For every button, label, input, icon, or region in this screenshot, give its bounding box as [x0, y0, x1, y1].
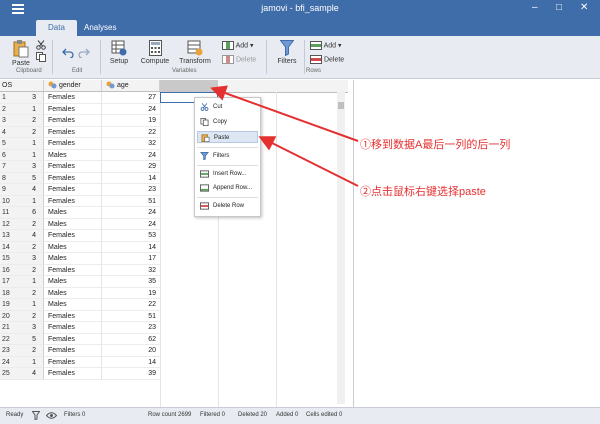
cell-code[interactable]: 6	[2, 207, 40, 219]
cell-code[interactable]: 1	[2, 299, 40, 311]
cell-code[interactable]: 2	[2, 127, 40, 139]
cell-code[interactable]: 2	[2, 115, 40, 127]
status-filtered: Filtered 0	[200, 412, 226, 418]
status-ready: Ready	[6, 412, 24, 418]
annotation-step1: ①移到数据A最后一列的后一列	[360, 139, 511, 151]
cell-code[interactable]: 4	[2, 368, 40, 380]
cell-code[interactable]: 1	[2, 150, 40, 162]
arrow-to-empty-column	[210, 85, 359, 142]
cell-code[interactable]: 2	[2, 311, 40, 323]
cell-code[interactable]: 2	[2, 219, 40, 231]
cell-code[interactable]: 1	[2, 357, 40, 369]
cell-code[interactable]: 1	[2, 138, 40, 150]
cell-code[interactable]: 2	[2, 242, 40, 254]
cell-code[interactable]: 3	[2, 161, 40, 173]
cell-code[interactable]: 1	[2, 276, 40, 288]
status-row-count: Row count 2699	[148, 412, 192, 418]
status-bar: Ready Filters 0 Row count 2699 Filtered …	[0, 407, 600, 424]
status-filters: Filters 0	[64, 412, 86, 418]
status-cells-edited: Cells edited 0	[306, 412, 343, 418]
cell-code[interactable]: 4	[2, 230, 40, 242]
status-deleted: Deleted 20	[238, 412, 268, 418]
annotation-arrows	[210, 85, 359, 187]
cell-code[interactable]: 3	[2, 322, 40, 334]
cell-code[interactable]: 1	[2, 104, 40, 116]
cell-code[interactable]: 5	[2, 334, 40, 346]
eye-icon[interactable]	[46, 412, 57, 419]
cell-code[interactable]: 1	[2, 196, 40, 208]
status-added: Added 0	[276, 412, 299, 418]
annotation-step2: ②点击鼠标右键选择paste	[360, 186, 486, 198]
arrow-to-paste-item	[258, 136, 359, 187]
cell-code[interactable]: 4	[2, 184, 40, 196]
cell-code[interactable]: 2	[2, 288, 40, 300]
cell-code[interactable]: 3	[2, 92, 40, 104]
cell-code[interactable]: 2	[2, 345, 40, 357]
cell-code[interactable]: 3	[2, 253, 40, 265]
filter-icon[interactable]	[32, 411, 40, 420]
cell-code[interactable]: 5	[2, 173, 40, 185]
cell-code[interactable]: 2	[2, 265, 40, 277]
